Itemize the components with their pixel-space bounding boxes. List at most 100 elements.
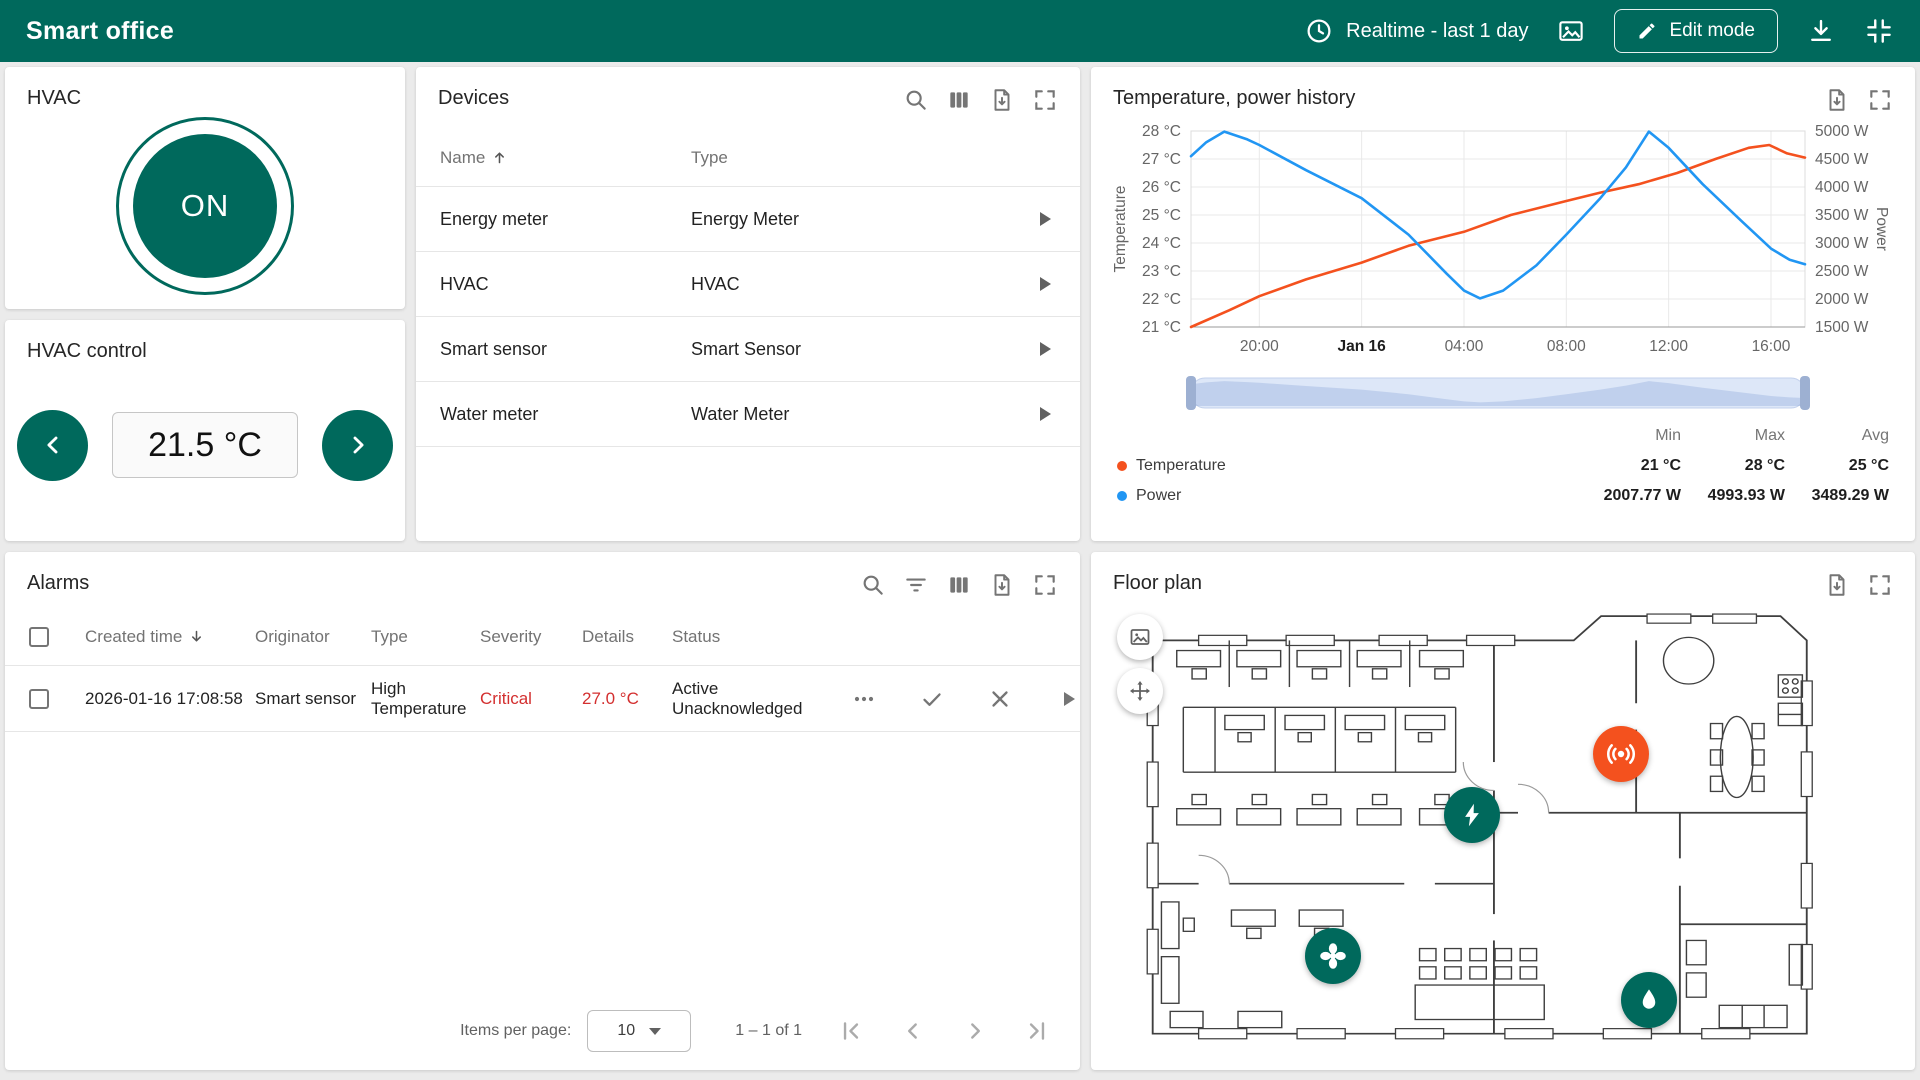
row-checkbox[interactable]	[29, 689, 49, 709]
created-time-header[interactable]: Created time	[85, 627, 255, 647]
dashboard-title: Smart office	[26, 17, 174, 46]
power-avg: 3489.29 W	[1785, 487, 1889, 505]
svg-text:Temperature: Temperature	[1112, 185, 1129, 272]
row-details-icon[interactable]	[1032, 272, 1056, 296]
time-range-slider[interactable]	[1111, 375, 1889, 413]
alarm-row[interactable]: 2026-01-16 17:08:58 Smart sensor High Te…	[5, 666, 1080, 732]
svg-text:3500 W: 3500 W	[1815, 207, 1869, 224]
severity-header[interactable]: Severity	[480, 627, 582, 647]
floor-plan-map	[1133, 610, 1833, 1056]
hvac-control-card: HVAC control 21.5 °C	[5, 320, 405, 541]
move-arrows-icon	[1128, 679, 1152, 703]
fullscreen-icon[interactable]	[1867, 572, 1893, 598]
status-header[interactable]: Status	[672, 627, 852, 647]
svg-text:08:00: 08:00	[1547, 338, 1586, 355]
search-icon[interactable]	[860, 572, 886, 598]
fullscreen-icon[interactable]	[1032, 87, 1058, 113]
temperature-legend-dot	[1117, 461, 1127, 471]
device-type: Water Meter	[691, 404, 1010, 425]
alarms-card-title: Alarms	[27, 572, 89, 595]
acknowledge-check-icon[interactable]	[920, 687, 944, 711]
legend-item-power[interactable]: Power	[1117, 487, 1577, 505]
fullscreen-icon[interactable]	[1032, 572, 1058, 598]
pencil-icon	[1637, 21, 1657, 41]
columns-icon[interactable]	[946, 572, 972, 598]
edit-mode-button[interactable]: Edit mode	[1614, 9, 1778, 53]
svg-text:27 °C: 27 °C	[1142, 151, 1181, 168]
clock-icon	[1304, 16, 1334, 46]
fan-icon	[1317, 940, 1349, 972]
water-meter-marker[interactable]	[1621, 972, 1677, 1028]
water-drop-icon	[1634, 985, 1664, 1015]
more-actions-icon[interactable]	[852, 687, 876, 711]
svg-text:3000 W: 3000 W	[1815, 235, 1869, 252]
device-name: HVAC	[440, 274, 691, 295]
temperature-increase-button[interactable]	[322, 410, 393, 481]
target-temperature-value: 21.5 °C	[112, 412, 298, 478]
row-details-icon[interactable]	[1032, 402, 1056, 426]
floor-plan-title: Floor plan	[1113, 572, 1202, 595]
originator-header[interactable]: Originator	[255, 627, 371, 647]
chevron-right-icon	[345, 432, 371, 458]
device-row[interactable]: HVAC HVAC	[416, 252, 1080, 317]
svg-text:20:00: 20:00	[1240, 338, 1279, 355]
power-min: 2007.77 W	[1577, 487, 1681, 505]
devices-type-header[interactable]: Type	[691, 148, 1010, 168]
type-header[interactable]: Type	[371, 627, 480, 647]
first-page-icon[interactable]	[838, 1018, 864, 1044]
app-header: Smart office Realtime - last 1 day Edit …	[0, 0, 1920, 62]
devices-table: Name Type Energy meter Energy Meter HVAC…	[416, 129, 1080, 447]
export-data-icon[interactable]	[989, 87, 1015, 113]
svg-text:25 °C: 25 °C	[1142, 207, 1181, 224]
timewindow-label: Realtime - last 1 day	[1346, 20, 1528, 43]
alarm-originator: Smart sensor	[255, 689, 371, 709]
clear-close-icon[interactable]	[988, 687, 1012, 711]
devices-card-title: Devices	[438, 87, 509, 110]
svg-text:Power: Power	[1873, 207, 1889, 251]
svg-text:16:00: 16:00	[1752, 338, 1791, 355]
power-max: 4993.93 W	[1681, 487, 1785, 505]
next-page-icon[interactable]	[962, 1018, 988, 1044]
hvac-power-button[interactable]: ON	[116, 117, 294, 295]
hvac-marker[interactable]	[1305, 928, 1361, 984]
alarm-details-play-icon[interactable]	[1056, 687, 1080, 711]
row-details-icon[interactable]	[1032, 337, 1056, 361]
items-per-page-select[interactable]: 10	[587, 1010, 691, 1052]
alarm-created-time: 2026-01-16 17:08:58	[85, 689, 255, 709]
smart-sensor-marker[interactable]	[1593, 726, 1649, 782]
timewindow-button[interactable]: Realtime - last 1 day	[1304, 16, 1528, 46]
filter-icon[interactable]	[903, 572, 929, 598]
svg-text:21 °C: 21 °C	[1142, 319, 1181, 336]
export-data-icon[interactable]	[989, 572, 1015, 598]
select-all-checkbox[interactable]	[29, 627, 49, 647]
prev-page-icon[interactable]	[900, 1018, 926, 1044]
header-toolbar: Realtime - last 1 day Edit mode	[1304, 9, 1894, 53]
sort-desc-icon	[188, 628, 205, 645]
energy-meter-marker[interactable]	[1444, 787, 1500, 843]
page-range-label: 1 – 1 of 1	[735, 1022, 802, 1040]
last-page-icon[interactable]	[1024, 1018, 1050, 1044]
svg-text:24 °C: 24 °C	[1142, 235, 1181, 252]
pan-mode-button[interactable]	[1117, 668, 1163, 714]
svg-text:4000 W: 4000 W	[1815, 179, 1869, 196]
search-icon[interactable]	[903, 87, 929, 113]
device-row[interactable]: Water meter Water Meter	[416, 382, 1080, 447]
fullscreen-icon[interactable]	[1867, 87, 1893, 113]
export-data-icon[interactable]	[1824, 87, 1850, 113]
device-row[interactable]: Energy meter Energy Meter	[416, 187, 1080, 252]
columns-icon[interactable]	[946, 87, 972, 113]
fullscreen-exit-icon[interactable]	[1864, 16, 1894, 46]
svg-text:1500 W: 1500 W	[1815, 319, 1869, 336]
temperature-decrease-button[interactable]	[17, 410, 88, 481]
export-data-icon[interactable]	[1824, 572, 1850, 598]
svg-text:26 °C: 26 °C	[1142, 179, 1181, 196]
map-image-toggle-button[interactable]	[1117, 614, 1163, 660]
screenshot-image-icon[interactable]	[1556, 16, 1586, 46]
details-header[interactable]: Details	[582, 627, 672, 647]
devices-name-header[interactable]: Name	[440, 148, 691, 168]
device-row[interactable]: Smart sensor Smart Sensor	[416, 317, 1080, 382]
row-details-icon[interactable]	[1032, 207, 1056, 231]
download-icon[interactable]	[1806, 16, 1836, 46]
device-name: Energy meter	[440, 209, 691, 230]
legend-item-temperature[interactable]: Temperature	[1117, 457, 1577, 475]
